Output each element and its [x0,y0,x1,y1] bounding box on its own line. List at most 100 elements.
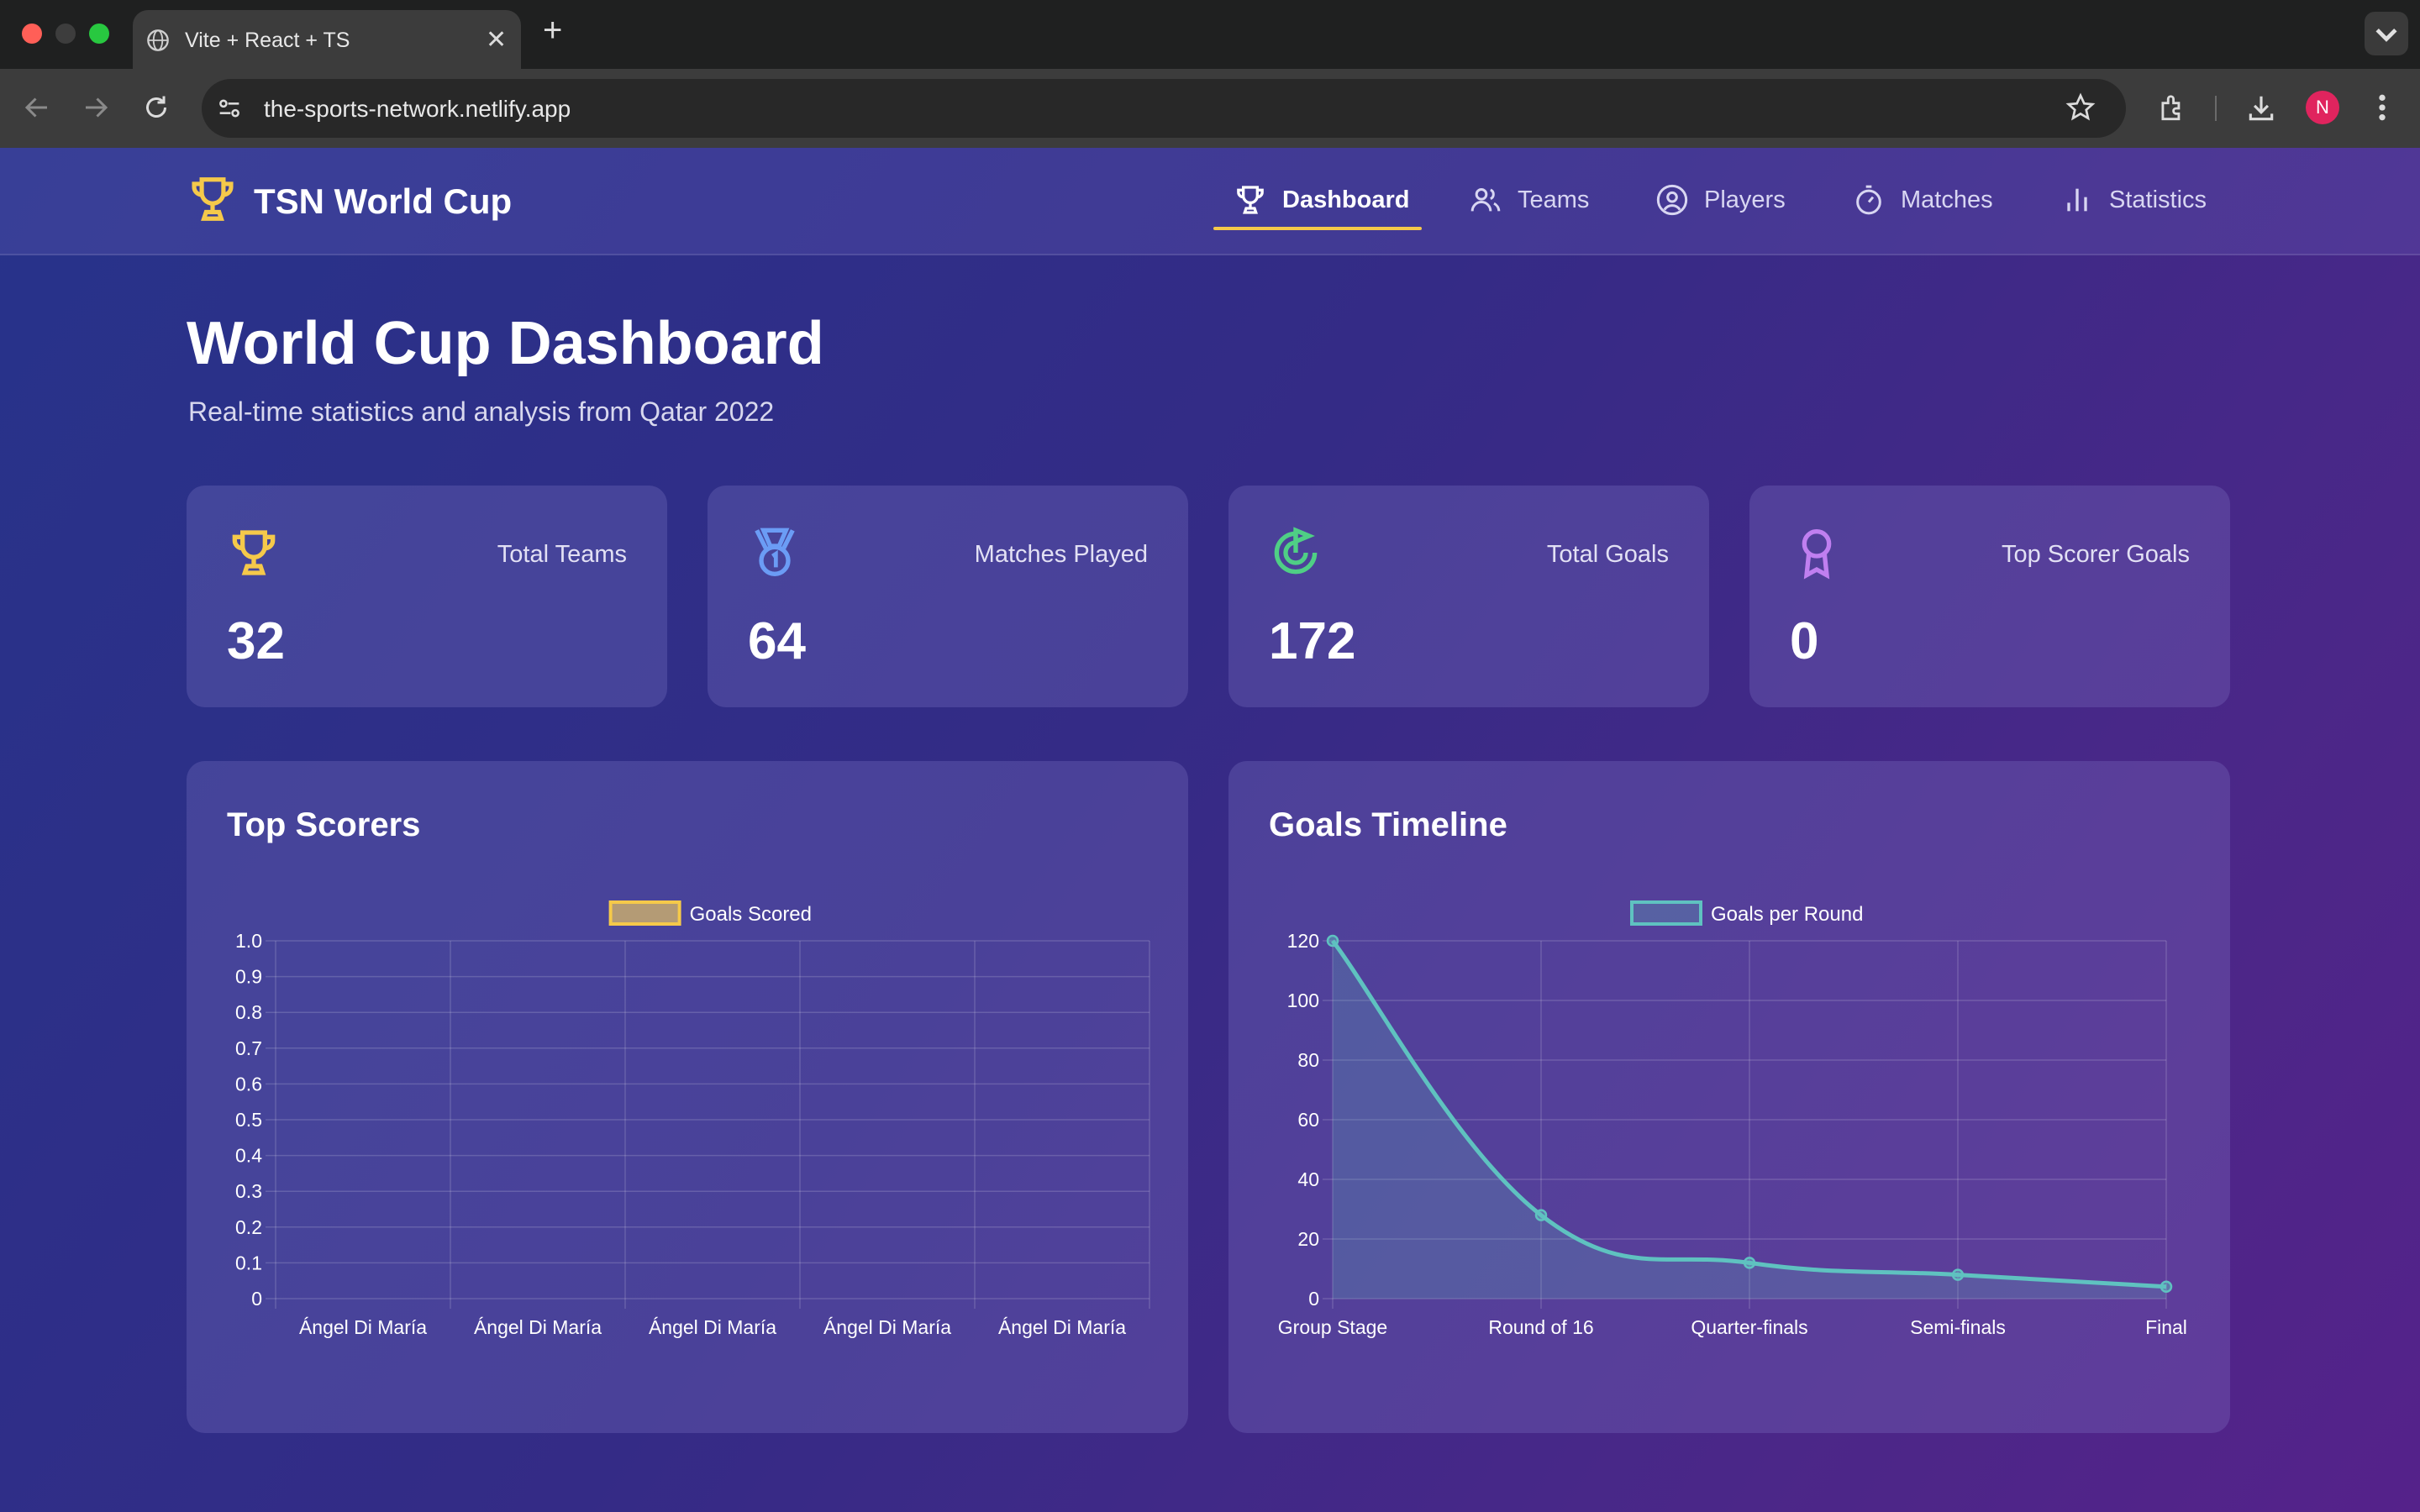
y-tick-label: 0.1 [235,1252,262,1273]
y-tick-label: 0.7 [235,1037,262,1059]
download-icon[interactable] [2245,92,2277,124]
stat-value: 64 [748,612,806,670]
x-tick-label: Ángel Di María [649,1316,776,1338]
bookmark-star-icon[interactable] [2065,92,2096,123]
nav-statistics[interactable]: Statistics [2060,173,2207,227]
new-tab-button[interactable]: + [543,12,562,50]
x-tick-label: Ángel Di María [474,1316,602,1338]
stat-card-top-scorer-goals: Top Scorer Goals 0 [1749,486,2230,707]
y-tick-label: 0 [251,1288,262,1310]
nav-teams[interactable]: Teams [1469,173,1589,227]
legend-label: Goals per Round [1711,903,1863,926]
trophy-icon [1237,186,1264,214]
y-tick-label: 20 [1297,1228,1319,1250]
tab-title: Vite + React + TS [185,29,350,52]
nav-players-label: Players [1704,186,1786,213]
stat-card-matches-played: Matches Played 64 [708,486,1188,707]
user-circle-icon [1656,184,1688,216]
url-text: the-sports-network.netlify.app [264,96,571,122]
minimize-window-button[interactable] [55,24,76,44]
top-scorers-panel: Top Scorers Goals Scored 1.0 0.9 0.8 0.7 0.6 0… [187,761,1188,1433]
stat-label: Total Teams [497,541,627,568]
site-logo-text[interactable]: TSN World Cup [254,181,512,222]
stat-label: Matches Played [974,541,1148,568]
x-tick-label: Ángel Di María [823,1316,951,1338]
back-arrow-icon[interactable] [22,92,52,123]
browser-toolbar: the-sports-network.netlify.app [0,69,2420,148]
reload-icon[interactable] [141,92,171,123]
x-tick-label: Ángel Di María [299,1316,427,1338]
trophy-icon [232,530,276,575]
y-tick-label: 1.0 [235,930,262,952]
more-menu-icon[interactable] [2371,91,2393,124]
x-tick-label: Final [2145,1316,2187,1338]
timer-icon [1856,185,1881,215]
nav-players[interactable]: Players [1655,173,1786,227]
x-tick-label: Ángel Di María [998,1316,1126,1338]
goals-timeline-panel: Goals Timeline Goals per Round 120 100 80 60… [1228,761,2230,1433]
close-window-button[interactable] [22,24,42,44]
stat-card-total-goals: Total Goals 172 [1228,486,1709,707]
stat-value: 0 [1790,612,1819,670]
page-title: World Cup Dashboard [187,310,824,377]
y-tick-label: 0.8 [235,1001,262,1023]
stat-label: Total Goals [1546,541,1669,568]
goal-icon [1274,527,1318,575]
stat-value: 172 [1269,612,1356,670]
browser-tab-bar: Vite + React + TS ✕ + [0,0,2420,69]
stat-label: Top Scorer Goals [2001,541,2190,568]
users-icon [1470,188,1501,212]
x-tick-label: Round of 16 [1488,1316,1593,1338]
x-tick-label: Group Stage [1278,1316,1387,1338]
legend-swatch [608,900,681,926]
y-tick-label: 40 [1297,1168,1319,1190]
y-tick-label: 0.3 [235,1180,262,1202]
award-icon [1802,529,1832,580]
legend-swatch [1630,900,1702,926]
toolbar-divider [2215,96,2217,121]
nav-dashboard-label: Dashboard [1282,186,1410,213]
forward-arrow-icon[interactable] [81,92,111,123]
goals-timeline-chart: Goals per Round 120 100 80 60 40 20 0 Group Stag… [1278,900,2187,1338]
nav-teams-label: Teams [1518,186,1590,213]
trophy-logo-icon[interactable] [187,173,239,225]
tab-search-button[interactable] [2365,12,2408,55]
maximize-window-button[interactable] [89,24,109,44]
nav-matches[interactable]: Matches [1852,173,1993,227]
medal-icon [755,528,795,576]
y-tick-label: 60 [1297,1109,1319,1131]
legend-label: Goals Scored [690,903,812,926]
globe-icon [147,29,169,51]
y-tick-label: 120 [1287,930,1319,952]
stat-value: 32 [227,612,285,670]
data-point [1951,1268,1965,1281]
address-bar[interactable]: the-sports-network.netlify.app [202,79,2126,138]
stat-card-total-teams: Total Teams 32 [187,486,667,707]
y-tick-label: 0.4 [235,1145,262,1167]
nav-dashboard[interactable]: Dashboard [1234,173,1409,227]
y-tick-label: 0.6 [235,1073,262,1095]
data-point [1326,934,1339,948]
data-point [2160,1280,2173,1294]
browser-tab[interactable]: Vite + React + TS ✕ [133,10,521,69]
tab-close-icon[interactable]: ✕ [486,25,507,55]
y-tick-label: 0.2 [235,1216,262,1238]
bar-chart-icon [2067,188,2087,212]
site-settings-icon[interactable] [215,94,244,123]
chevron-down-icon [2375,28,2397,42]
active-nav-indicator [1213,227,1422,230]
page: TSN World Cup Dashboard Teams Players Ma… [0,148,2420,1512]
page-subtitle: Real-time statistics and analysis from Q… [188,396,775,427]
top-scorers-chart: Goals Scored 1.0 0.9 0.8 0.7 0.6 0.5 0.4 0.3 0.2 0… [235,900,1150,1338]
y-tick-label: 0.9 [235,966,262,988]
site-header: TSN World Cup Dashboard Teams Players Ma… [0,148,2420,255]
extensions-icon[interactable] [2156,92,2188,124]
profile-avatar[interactable]: N [2306,91,2339,124]
x-tick-label: Quarter-finals [1691,1316,1807,1338]
nav-statistics-label: Statistics [2109,186,2207,213]
data-point [1743,1257,1756,1269]
nav-matches-label: Matches [1901,186,1993,213]
y-tick-label: 100 [1287,990,1319,1011]
data-point [1534,1209,1548,1221]
y-tick-label: 80 [1297,1049,1319,1071]
